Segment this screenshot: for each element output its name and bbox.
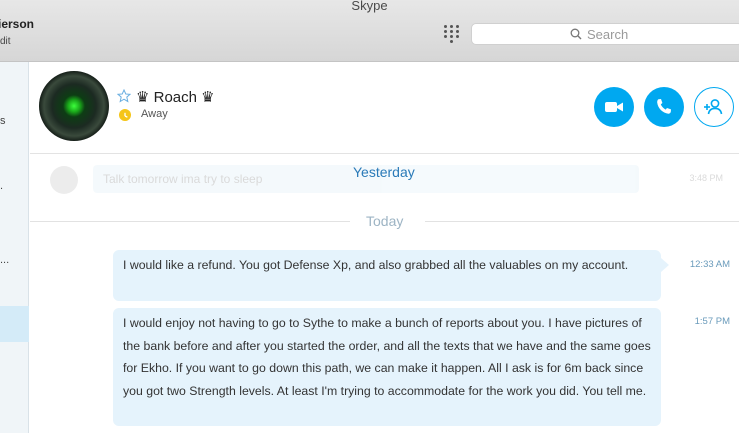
phone-icon bbox=[657, 99, 671, 114]
date-separator-today: Today bbox=[366, 213, 404, 229]
video-camera-icon bbox=[605, 102, 623, 112]
away-clock-icon bbox=[119, 109, 131, 121]
sidebar-item[interactable]: s bbox=[0, 115, 6, 127]
contact-name: ♛ Roach ♛ bbox=[136, 89, 215, 106]
divider bbox=[425, 221, 739, 222]
message-time: 1:57 PM bbox=[694, 316, 730, 327]
search-input[interactable]: Search bbox=[471, 23, 739, 45]
account-name[interactable]: ierson bbox=[0, 17, 34, 31]
title-bar: Skype ierson dit Search bbox=[0, 0, 739, 62]
message-time: 12:33 AM bbox=[689, 259, 730, 270]
sender-avatar bbox=[50, 166, 78, 194]
sidebar-item-selected-label[interactable]: ... bbox=[0, 254, 9, 266]
conversation-header: ♛ Roach ♛ Away bbox=[30, 62, 739, 154]
search-placeholder: Search bbox=[587, 27, 629, 42]
video-call-button[interactable] bbox=[594, 87, 634, 127]
audio-call-button[interactable] bbox=[644, 87, 684, 127]
contact-status: Away bbox=[141, 108, 168, 120]
message-bubble[interactable]: I would enjoy not having to go to Sythe … bbox=[113, 308, 661, 426]
search-icon bbox=[570, 28, 582, 40]
message-text: I would enjoy not having to go to Sythe … bbox=[123, 316, 651, 398]
message-text: I would like a refund. You got Defense X… bbox=[123, 258, 629, 272]
sidebar-selected-item[interactable] bbox=[0, 306, 29, 342]
dialpad-icon[interactable] bbox=[444, 25, 459, 43]
message-text: Talk tomorrow ima try to sleep bbox=[103, 172, 263, 186]
message-time: 3:48 PM bbox=[689, 173, 723, 183]
sidebar: s . ... bbox=[0, 62, 29, 433]
window-title: Skype bbox=[351, 0, 388, 13]
account-edit-link[interactable]: dit bbox=[0, 36, 11, 47]
star-outline-icon[interactable] bbox=[117, 89, 131, 103]
add-participant-button[interactable] bbox=[694, 87, 734, 127]
sidebar-item[interactable]: . bbox=[0, 180, 3, 192]
divider bbox=[30, 221, 350, 222]
message-bubble[interactable]: I would like a refund. You got Defense X… bbox=[113, 250, 669, 301]
clock-icon bbox=[124, 112, 128, 118]
bubble-tail bbox=[661, 258, 669, 272]
add-person-icon bbox=[703, 98, 722, 114]
contact-avatar[interactable] bbox=[39, 71, 109, 141]
date-separator-yesterday: Yesterday bbox=[353, 164, 415, 180]
